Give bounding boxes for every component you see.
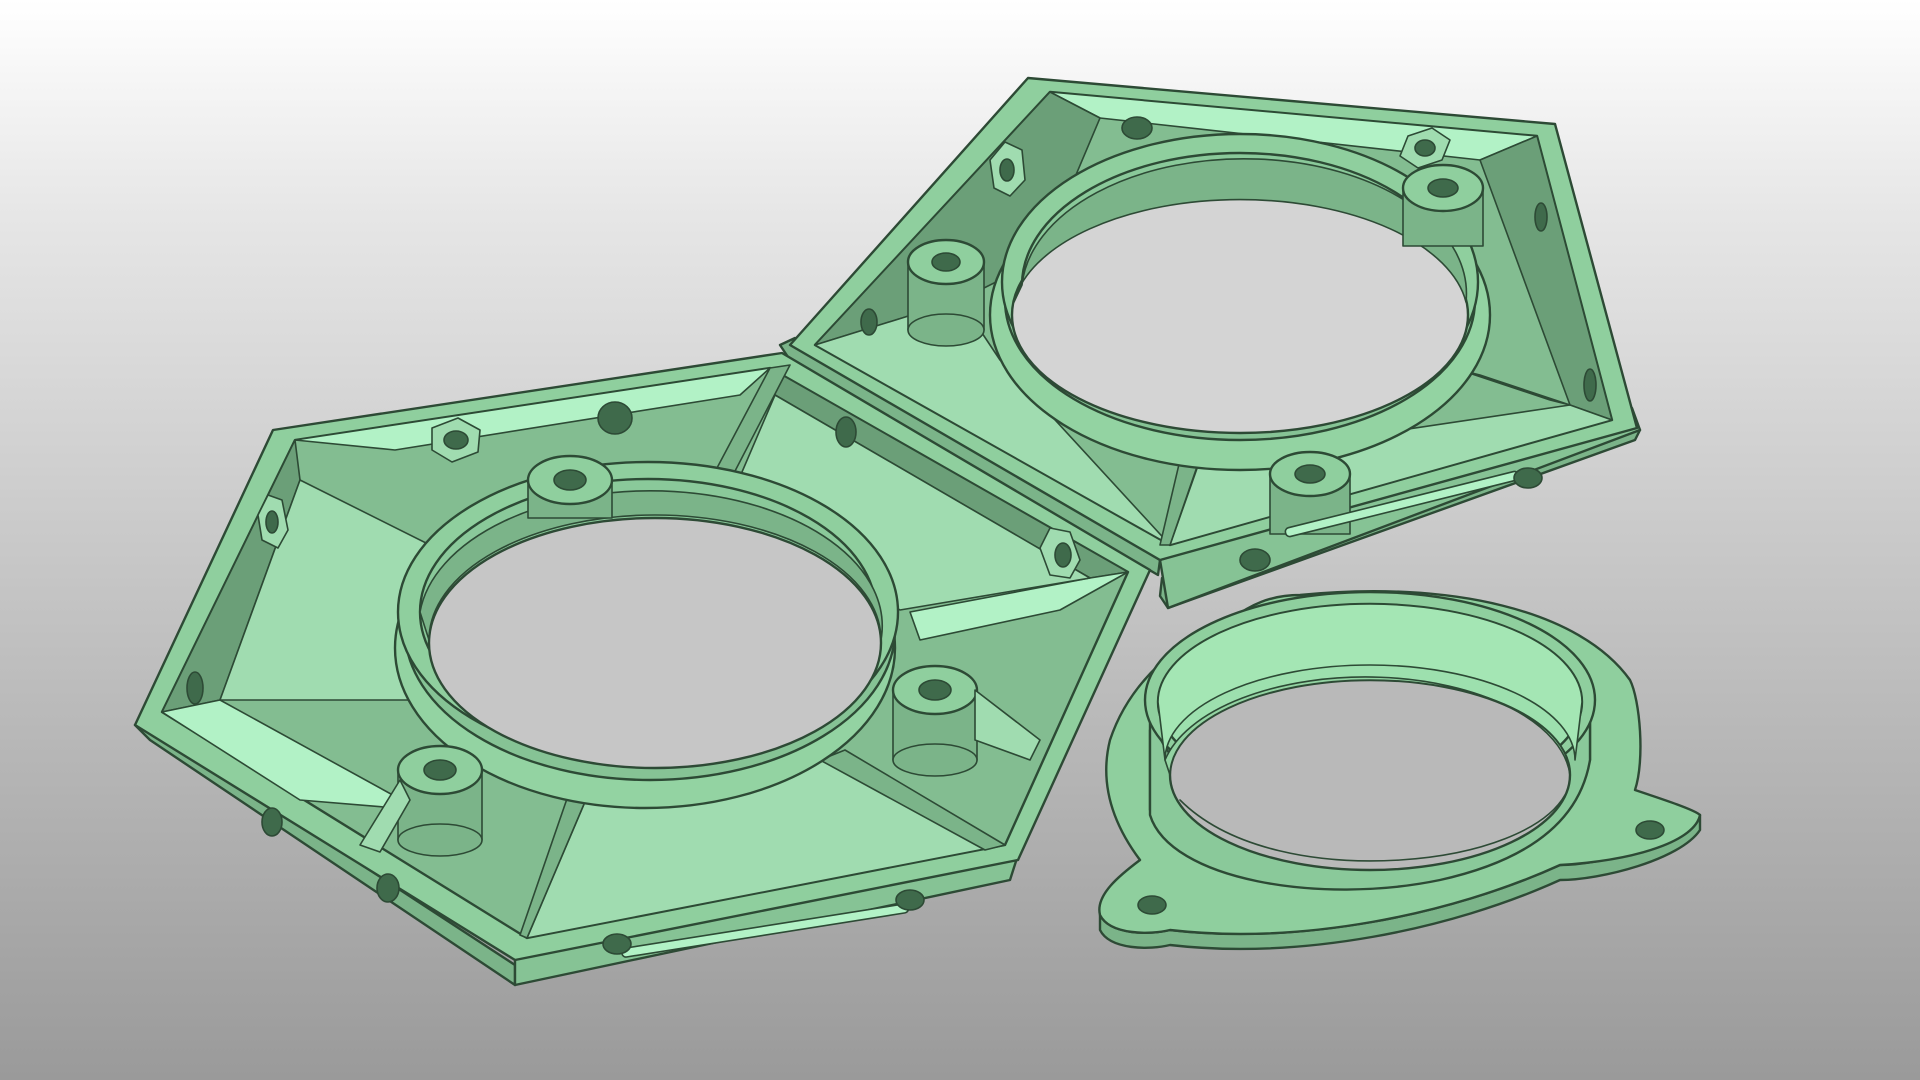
duct-tab-hole-1 [1137,895,1167,915]
fan-duct-ring[interactable] [1098,590,1702,951]
housing-left-boss-1 [526,454,614,519]
cad-model-render[interactable] [0,0,1920,1080]
housing-left-hole-4 [261,807,283,837]
duct-tab-hole-2 [1635,820,1665,840]
housing-right-hole-4 [1583,368,1597,402]
housing-left-nut-hole-1 [443,430,469,450]
housing-right-hole-2 [860,308,878,336]
housing-left-hole-2 [835,416,857,448]
housing-left-hole-5 [376,873,400,903]
housing-right-slot-hole-2 [1513,467,1543,489]
housing-right-boss-2 [1401,163,1485,247]
housing-left-slot-hole-2 [895,889,925,911]
duct-hole [1168,678,1572,872]
housing-right-hole-3 [1534,202,1548,232]
housing-left-nut-hole-3 [265,510,279,534]
housing-left-slot-hole-1 [602,933,632,955]
housing-left-hole-3 [186,671,204,705]
housing-right-nut-hole-2 [999,158,1015,182]
housing-left-ring-hole [427,516,883,770]
3d-viewport[interactable] [0,0,1920,1080]
housing-right-nut-hole-1 [1414,139,1436,157]
housing-left-hole-1 [597,401,633,435]
housing-right-slot-hole-1 [1239,548,1271,572]
housing-left-nut-hole-2 [1054,542,1072,568]
housing-right-hole-1 [1121,116,1153,140]
housing-right-boss-1 [906,238,986,347]
